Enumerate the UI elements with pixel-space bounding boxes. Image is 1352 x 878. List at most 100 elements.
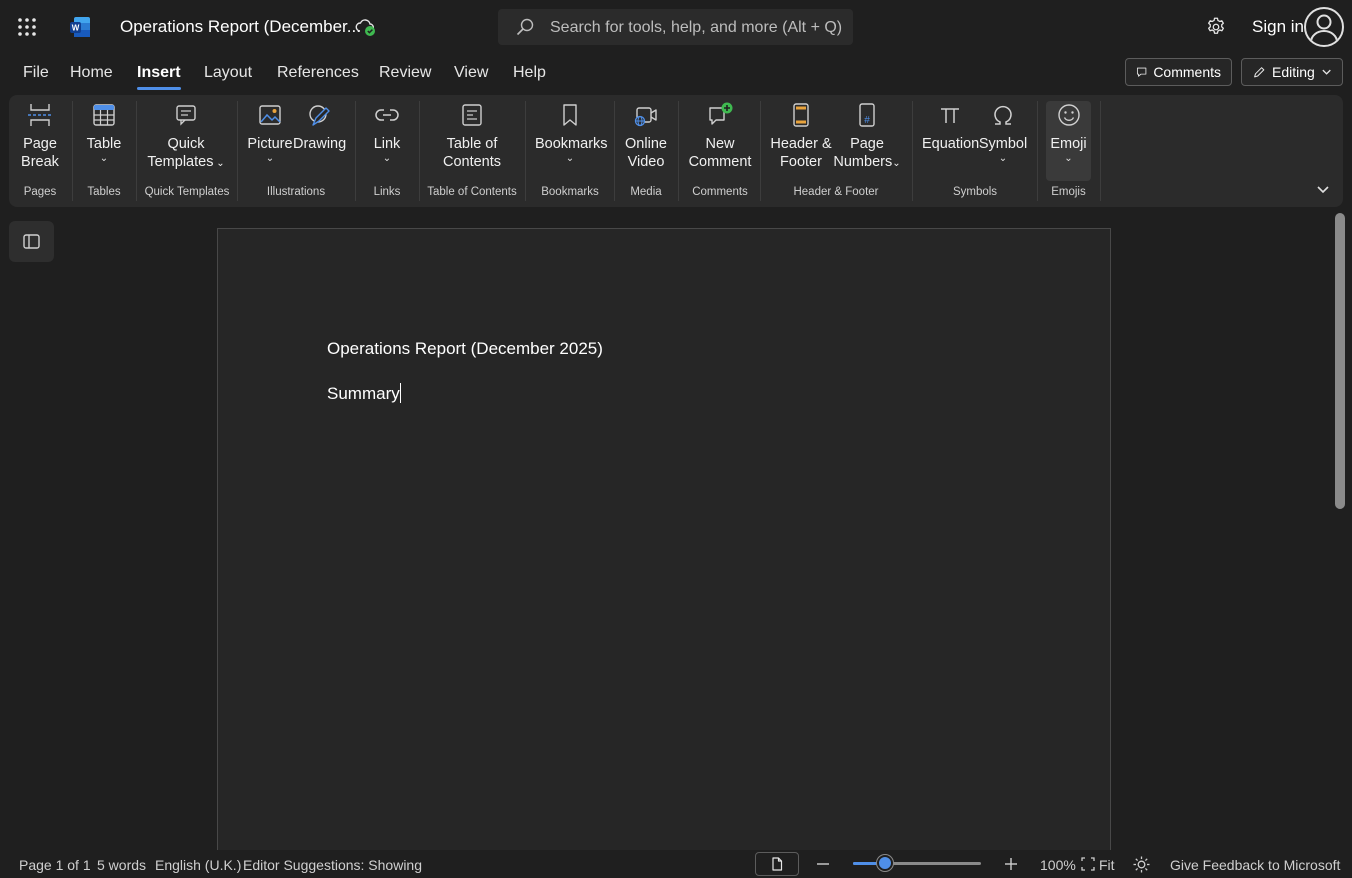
- search-box[interactable]: [498, 9, 853, 47]
- zoom-slider-track[interactable]: [853, 855, 981, 871]
- tab-view[interactable]: View: [454, 62, 488, 90]
- online-video-label-1: Online: [625, 136, 667, 152]
- ribbon-expand-chevron-icon[interactable]: [1316, 182, 1330, 196]
- chevron-down-icon: [1322, 69, 1331, 75]
- separator: [760, 101, 761, 201]
- navigation-pane-button[interactable]: [9, 221, 54, 262]
- symbol-label: Symbol: [978, 136, 1028, 152]
- quick-templates-button[interactable]: Quick Templates ⌄: [147, 101, 225, 173]
- document-heading[interactable]: Operations Report (December 2025): [327, 339, 603, 359]
- give-feedback-link[interactable]: Give Feedback to Microsoft: [1170, 857, 1340, 873]
- title-bar: W Operations Report (December... Sign in: [0, 0, 1352, 54]
- page-view-icon: [772, 857, 783, 871]
- saved-to-cloud-icon[interactable]: [355, 17, 377, 37]
- drawing-button[interactable]: Drawing: [293, 101, 347, 153]
- link-button[interactable]: Link ⌄: [366, 101, 408, 164]
- page-count[interactable]: Page 1 of 1: [19, 857, 91, 873]
- chevron-down-icon: ⌄: [892, 158, 901, 169]
- separator: [419, 101, 420, 201]
- group-tables: Tables: [87, 186, 121, 198]
- brightness-icon[interactable]: [1133, 856, 1150, 873]
- fit-button[interactable]: Fit: [1099, 857, 1115, 873]
- word-count[interactable]: 5 words: [97, 857, 146, 873]
- print-layout-view-button[interactable]: [755, 852, 799, 876]
- tab-help[interactable]: Help: [513, 62, 546, 90]
- new-comment-button[interactable]: New Comment: [687, 101, 753, 171]
- group-links: Links: [373, 186, 401, 198]
- page-break-label-1: Page: [23, 136, 57, 152]
- group-media: Media: [630, 186, 662, 198]
- group-illustrations: Illustrations: [266, 186, 326, 198]
- editing-mode-button[interactable]: Editing: [1241, 58, 1343, 86]
- separator: [1100, 101, 1101, 201]
- picture-button[interactable]: Picture ⌄: [247, 101, 293, 164]
- vertical-scrollbar[interactable]: [1335, 213, 1345, 509]
- online-video-button[interactable]: Online Video: [623, 101, 669, 171]
- page-break-icon: [28, 104, 52, 126]
- link-label: Link: [373, 136, 401, 152]
- chevron-down-icon: ⌄: [1064, 153, 1073, 164]
- comments-button[interactable]: Comments: [1125, 58, 1232, 86]
- zoom-level[interactable]: 100%: [1040, 857, 1076, 873]
- zoom-in-icon[interactable]: [1004, 857, 1018, 871]
- sign-in-link[interactable]: Sign in: [1252, 17, 1304, 37]
- emoji-button[interactable]: Emoji ⌄: [1046, 101, 1091, 164]
- chevron-down-icon: ⌄: [265, 153, 275, 164]
- group-emojis: Emojis: [1051, 186, 1086, 198]
- document-paragraph[interactable]: Summary: [327, 383, 401, 404]
- separator: [355, 101, 356, 201]
- page-numbers-icon: #: [859, 103, 875, 127]
- equation-label: Equation: [922, 136, 980, 152]
- quick-templates-icon: [176, 105, 196, 126]
- fit-icon: [1081, 857, 1095, 871]
- tab-review[interactable]: Review: [379, 62, 431, 90]
- toc-label-2: Contents: [442, 154, 502, 170]
- avatar[interactable]: [1304, 7, 1344, 47]
- table-label: Table: [86, 136, 122, 152]
- tab-insert[interactable]: Insert: [137, 62, 181, 90]
- pi-equation-icon: [941, 108, 959, 123]
- tab-layout[interactable]: Layout: [204, 62, 252, 90]
- omega-symbol-icon: [994, 105, 1012, 125]
- tab-file[interactable]: File: [23, 62, 49, 90]
- comments-label: Comments: [1153, 64, 1221, 80]
- symbol-button[interactable]: Symbol ⌄: [978, 101, 1028, 164]
- ribbon: Page Break Pages Table ⌄ Tables Quick Te…: [9, 95, 1343, 207]
- zoom-slider-thumb[interactable]: [877, 855, 893, 871]
- page-break-button[interactable]: Page Break: [17, 101, 63, 171]
- bookmarks-label: Bookmarks: [535, 136, 608, 152]
- svg-text:W: W: [72, 24, 80, 33]
- page-numbers-label-1: Page: [850, 136, 884, 152]
- document-title[interactable]: Operations Report (December...: [120, 17, 361, 37]
- document-page[interactable]: Operations Report (December 2025) Summar…: [217, 228, 1111, 868]
- group-bookmarks: Bookmarks: [541, 186, 599, 198]
- tab-home[interactable]: Home: [70, 62, 113, 90]
- editor-suggestions[interactable]: Editor Suggestions: Showing: [243, 857, 422, 873]
- drawing-label: Drawing: [293, 136, 347, 152]
- app-launcher-icon[interactable]: [17, 17, 37, 37]
- drawing-icon: [309, 105, 330, 126]
- separator: [614, 101, 615, 201]
- new-comment-icon: [709, 102, 733, 125]
- table-of-contents-button[interactable]: Table of Contents: [429, 101, 515, 171]
- header-footer-button[interactable]: Header & Footer: [769, 101, 833, 171]
- zoom-out-icon[interactable]: [816, 857, 830, 871]
- page-numbers-label-2: Numbers: [833, 154, 893, 170]
- settings-gear-icon[interactable]: [1205, 16, 1227, 38]
- status-bar: Page 1 of 1 5 words English (U.K.) Edito…: [0, 850, 1352, 878]
- navigation-pane-icon: [23, 234, 40, 249]
- bookmarks-button[interactable]: Bookmarks ⌄: [535, 101, 608, 164]
- link-icon: [375, 109, 399, 121]
- equation-button[interactable]: Equation: [922, 101, 980, 153]
- header-footer-icon: [793, 103, 809, 127]
- online-video-label-2: Video: [627, 154, 665, 170]
- language-indicator[interactable]: English (U.K.): [155, 857, 241, 873]
- tab-references[interactable]: References: [277, 62, 359, 90]
- search-input[interactable]: [548, 9, 852, 47]
- page-numbers-button[interactable]: # Page Numbers⌄: [833, 101, 901, 173]
- table-button[interactable]: Table ⌄: [82, 101, 126, 164]
- chevron-down-icon: ⌄: [382, 153, 392, 164]
- table-of-contents-icon: [462, 104, 482, 126]
- word-logo-icon[interactable]: W: [69, 16, 91, 38]
- bookmark-icon: [563, 104, 577, 126]
